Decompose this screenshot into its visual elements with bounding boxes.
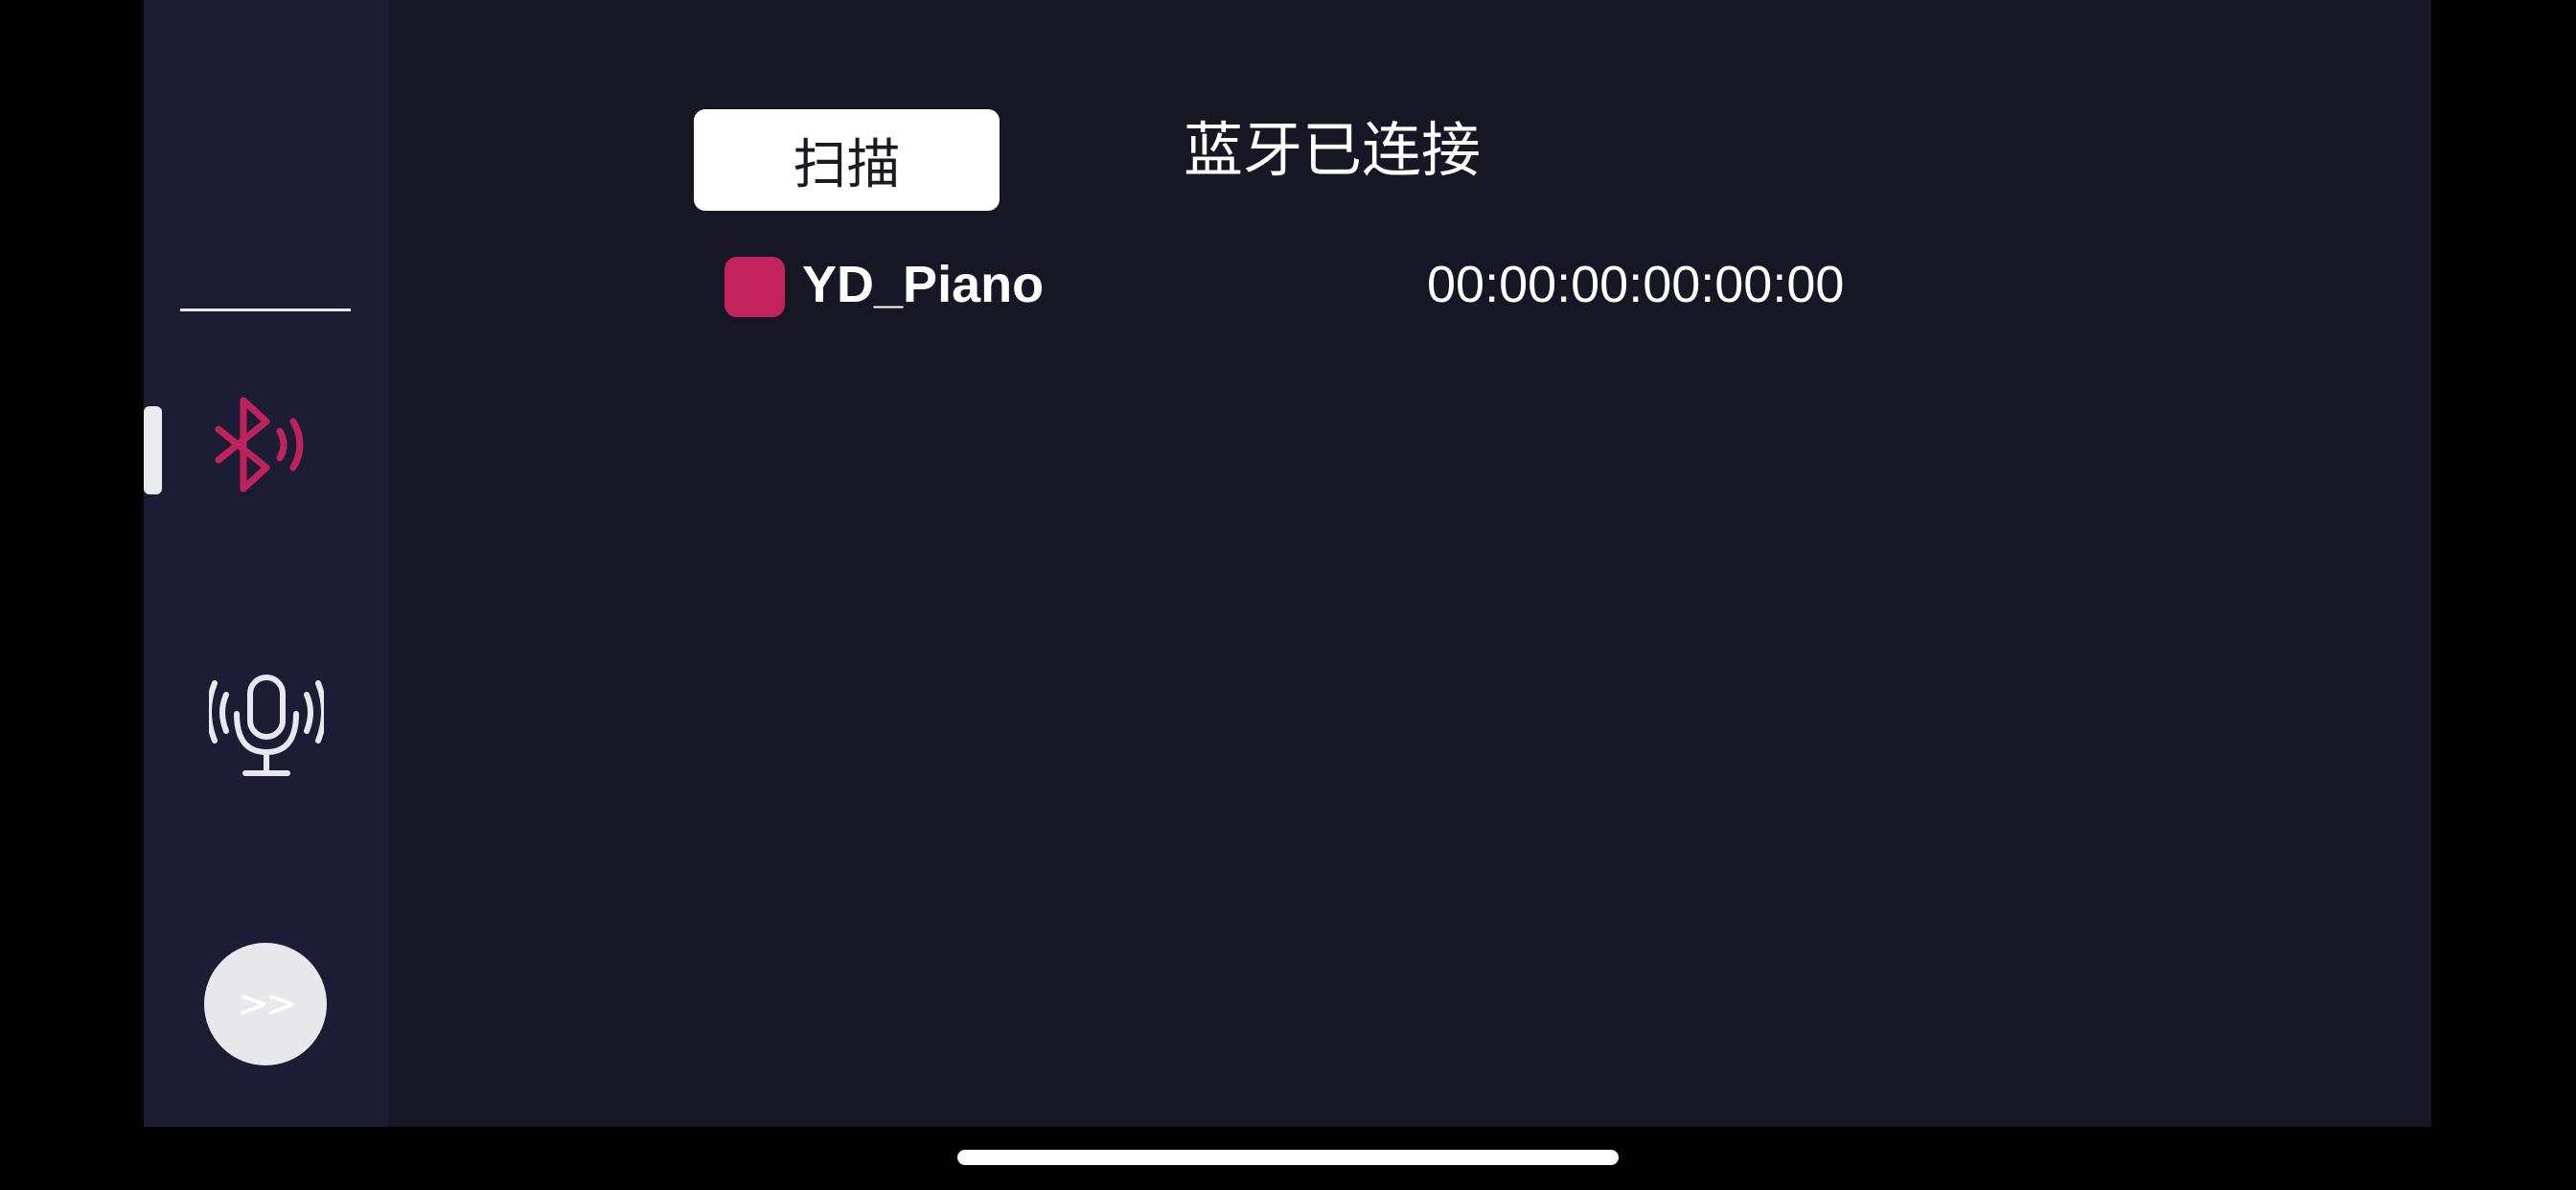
app-screen: >> 扫描 蓝牙已连接 YD_Piano 00:00:00:00:00:00 <box>0 0 2576 1190</box>
microphone-icon[interactable] <box>209 666 324 786</box>
bluetooth-status-text: 蓝牙已连接 <box>1184 115 1482 185</box>
bluetooth-icon[interactable] <box>209 393 324 508</box>
device-color-swatch <box>724 257 785 317</box>
device-address: 00:00:00:00:00:00 <box>1427 256 1845 313</box>
scan-button[interactable]: 扫描 <box>694 109 1000 211</box>
device-name: YD_Piano <box>802 256 1045 313</box>
sidebar-divider <box>180 309 351 311</box>
home-indicator[interactable] <box>957 1150 1619 1165</box>
forward-button[interactable]: >> <box>204 943 327 1065</box>
forward-label: >> <box>237 982 297 1026</box>
device-list-item[interactable]: YD_Piano 00:00:00:00:00:00 <box>724 251 1932 318</box>
scan-label: 扫描 <box>793 133 901 196</box>
sidebar-selection-indicator <box>144 406 162 494</box>
